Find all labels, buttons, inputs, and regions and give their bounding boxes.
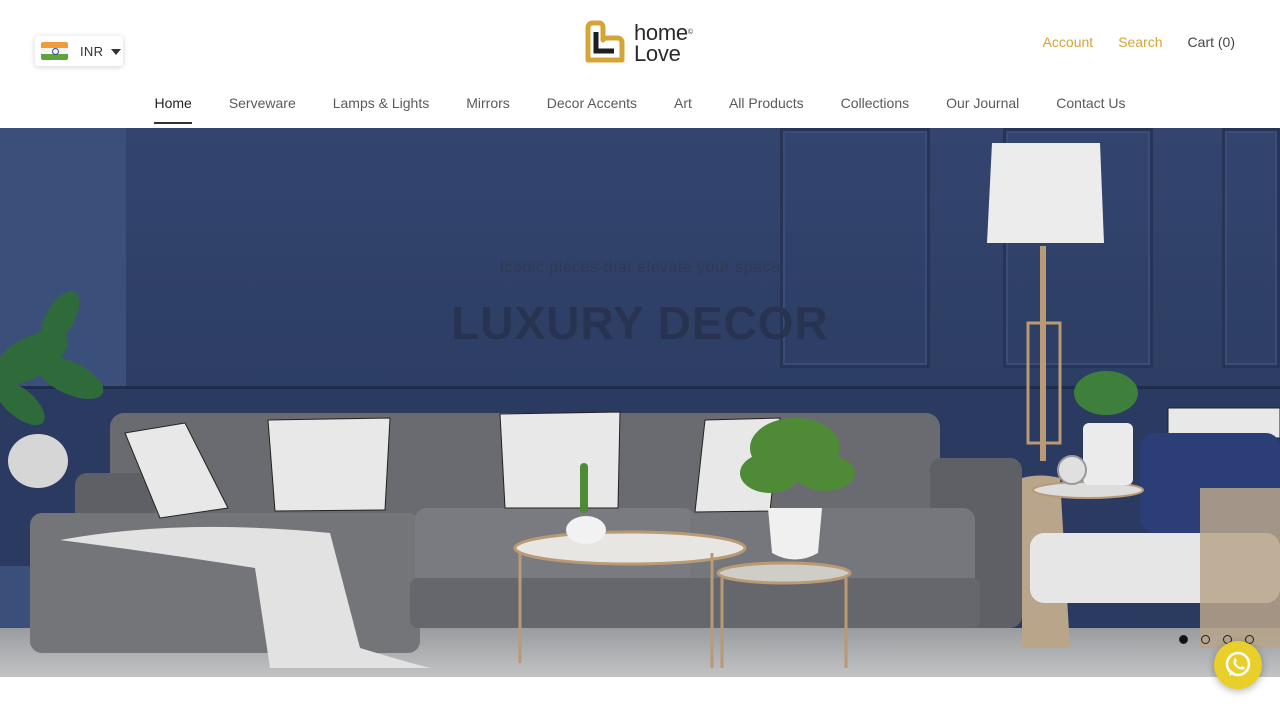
nav-item-collections[interactable]: Collections	[841, 95, 909, 123]
nav-item-art[interactable]: Art	[674, 95, 692, 123]
hero-slideshow[interactable]: Iconic pieces that elevate your space LU…	[0, 128, 1280, 677]
nav-item-lamps-lights[interactable]: Lamps & Lights	[333, 95, 430, 123]
hero-subtitle: Iconic pieces that elevate your space	[499, 259, 781, 276]
site-logo[interactable]: home© Love	[582, 18, 702, 68]
nav-item-mirrors[interactable]: Mirrors	[466, 95, 510, 123]
currency-selector[interactable]: INR	[35, 36, 123, 66]
nav-item-our-journal[interactable]: Our Journal	[946, 95, 1019, 123]
logo-registered-mark: ©	[687, 29, 693, 36]
search-link[interactable]: Search	[1118, 34, 1162, 50]
nav-item-decor-accents[interactable]: Decor Accents	[547, 95, 637, 123]
logo-wordmark: home© Love	[634, 22, 693, 66]
india-flag-icon	[41, 42, 68, 60]
slide-dot[interactable]	[1201, 635, 1210, 644]
site-header: INR home© Love Account Search Cart (0) H…	[0, 0, 1280, 128]
caret-down-icon	[111, 49, 122, 55]
nav-item-all-products[interactable]: All Products	[729, 95, 804, 123]
nav-item-serveware[interactable]: Serveware	[229, 95, 296, 123]
logo-mark-icon	[585, 20, 625, 63]
nav-item-contact-us[interactable]: Contact Us	[1056, 95, 1125, 123]
slide-dot[interactable]	[1179, 635, 1188, 644]
header-actions: Account Search Cart (0)	[1018, 34, 1235, 50]
whatsapp-icon	[1225, 651, 1251, 677]
main-navigation: Home Serveware Lamps & Lights Mirrors De…	[0, 95, 1280, 124]
cart-link[interactable]: Cart (0)	[1188, 34, 1235, 50]
currency-code: INR	[80, 43, 104, 59]
logo-line2: Love	[634, 41, 681, 66]
living-room-image	[0, 143, 1280, 668]
whatsapp-chat-button[interactable]	[1214, 641, 1262, 689]
hero-title: LUXURY DECOR	[451, 297, 829, 349]
nav-item-home[interactable]: Home	[154, 95, 193, 124]
account-link[interactable]: Account	[1043, 34, 1094, 50]
